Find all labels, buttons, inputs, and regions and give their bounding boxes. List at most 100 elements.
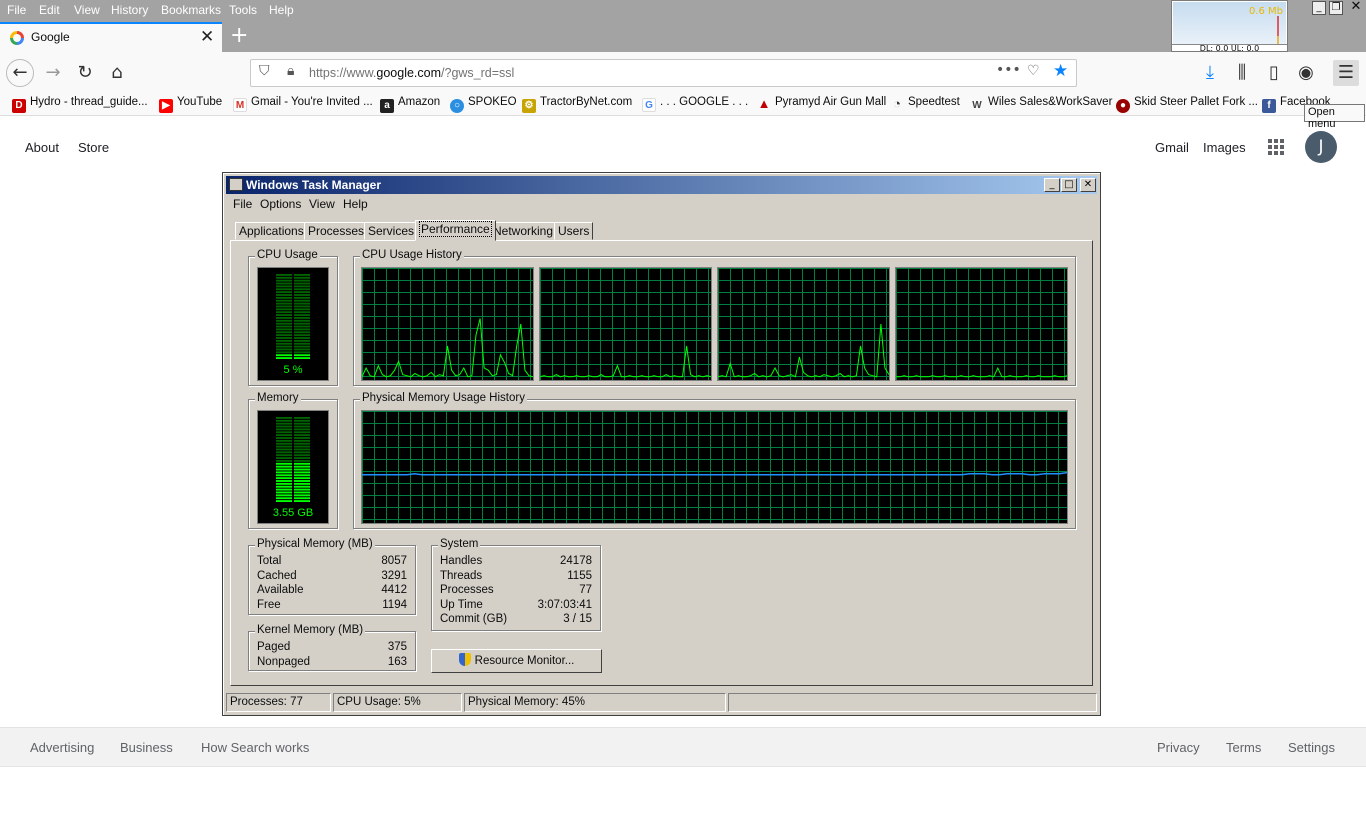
tm-menu-help[interactable]: Help: [343, 197, 368, 211]
tab-processes[interactable]: Processes: [304, 222, 369, 240]
meter-segment: [294, 428, 310, 431]
meter-segment: [294, 451, 310, 454]
library-icon[interactable]: ⫼: [1229, 60, 1255, 86]
url-bar[interactable]: ⛉ 🔒︎ https://www.google.com/?gws_rd=ssl …: [250, 59, 1077, 87]
url-text[interactable]: https://www.google.com/?gws_rd=ssl: [309, 66, 514, 80]
footer-link-terms[interactable]: Terms: [1226, 740, 1261, 755]
meter-segment: [294, 497, 310, 500]
restore-button[interactable]: ❐: [1329, 1, 1343, 15]
menu-edit[interactable]: Edit: [39, 3, 60, 17]
minimize-button[interactable]: _: [1312, 1, 1326, 15]
menu-file[interactable]: File: [7, 3, 26, 17]
account-icon[interactable]: ◉: [1293, 60, 1319, 86]
tab-performance[interactable]: Performance: [415, 220, 496, 241]
tab-applications[interactable]: Applications: [235, 222, 308, 240]
bookmark-item[interactable]: W Wiles Sales&WorkSaver: [970, 96, 1112, 113]
tab-close-icon[interactable]: ✕: [200, 27, 214, 47]
meter-segment: [276, 274, 292, 276]
meter-segment: [294, 491, 310, 494]
new-tab-button[interactable]: +: [230, 23, 248, 48]
cpu-usage-label: CPU Usage: [255, 249, 320, 261]
bookmark-item[interactable]: a Amazon: [380, 96, 440, 113]
bookmark-item[interactable]: ◔ Speedtest: [890, 96, 960, 111]
meter-segment: [276, 437, 292, 439]
tab-services[interactable]: Services: [364, 222, 419, 240]
gmail-link[interactable]: Gmail: [1155, 140, 1189, 155]
reload-button[interactable]: ↻: [72, 60, 98, 86]
meter-segment: [294, 285, 310, 288]
menu-history[interactable]: History: [111, 3, 148, 17]
bookmark-item[interactable]: ● Skid Steer Pallet Fork ...: [1116, 96, 1258, 113]
task-manager-titlebar[interactable]: Windows Task Manager _ □ ✕: [226, 176, 1097, 194]
bookmark-star-icon[interactable]: ★: [1053, 61, 1068, 81]
footer-link-advertising[interactable]: Advertising: [30, 740, 94, 755]
menu-tools[interactable]: Tools: [229, 3, 257, 17]
kernel-memory-group: Kernel Memory (MB) Paged 375 Nonpaged 16…: [248, 624, 416, 671]
menu-help[interactable]: Help: [269, 3, 294, 17]
store-link[interactable]: Store: [78, 140, 109, 155]
menu-view[interactable]: View: [74, 3, 100, 17]
home-button[interactable]: ⌂: [104, 60, 130, 86]
meter-segment: [276, 422, 292, 425]
tm-menu-file[interactable]: File: [233, 197, 252, 211]
stat-value: 8057: [381, 555, 407, 567]
bookmark-item[interactable]: M Gmail - You're Invited ...: [233, 96, 373, 112]
meter-segment: [276, 431, 292, 434]
tab-networking[interactable]: Networking: [489, 222, 558, 240]
tm-close-button[interactable]: ✕: [1080, 178, 1096, 192]
cpu-core-graph: [895, 267, 1068, 381]
tm-minimize-button[interactable]: _: [1044, 178, 1060, 192]
status-cpu: CPU Usage: 5%: [333, 693, 462, 712]
memory-group: Memory 3.55 GB: [248, 392, 338, 529]
stat-value: 3291: [381, 570, 407, 582]
meter-segment: [276, 468, 292, 471]
performance-panel: CPU Usage 5 % CPU Usage History Memory 3…: [230, 240, 1093, 686]
footer-link-business[interactable]: Business: [120, 740, 173, 755]
w-logo-icon: W: [972, 100, 982, 111]
meter-segment: [294, 345, 310, 348]
sidebar-icon[interactable]: ▯: [1261, 60, 1287, 86]
about-link[interactable]: About: [25, 140, 59, 155]
stat-value: 77: [579, 584, 592, 596]
footer-link-how-search-works[interactable]: How Search works: [201, 740, 309, 755]
meter-segment: [276, 331, 292, 334]
images-link[interactable]: Images: [1203, 140, 1246, 155]
meter-segment: [294, 302, 310, 305]
open-menu-button[interactable]: ☰: [1333, 60, 1359, 86]
tm-maximize-button[interactable]: □: [1061, 178, 1077, 192]
network-meter: 0.6 Mb DL: 0.0 UL: 0.0: [1171, 0, 1288, 53]
memory-meter: 3.55 GB: [257, 410, 329, 524]
meter-segment: [294, 319, 310, 322]
meter-segment: [276, 480, 292, 482]
downloads-icon[interactable]: ⤓: [1197, 60, 1223, 86]
tm-menu-options[interactable]: Options: [260, 197, 301, 211]
footer-link-privacy[interactable]: Privacy: [1157, 740, 1200, 755]
cpu-usage-group: CPU Usage 5 %: [248, 249, 338, 386]
stat-label: Cached: [257, 570, 297, 582]
forward-button[interactable]: →: [40, 60, 66, 86]
meter-segment: [276, 460, 292, 462]
tab-users[interactable]: Users: [554, 222, 594, 240]
bookmark-item[interactable]: ▲ Pyramyd Air Gun Mall: [757, 96, 887, 111]
google-apps-icon[interactable]: [1268, 139, 1284, 155]
tracking-shield-icon[interactable]: ⛉: [259, 63, 270, 79]
meter-segment: [276, 302, 292, 305]
resource-monitor-button[interactable]: Resource Monitor...: [431, 649, 602, 673]
stat-label: Threads: [440, 570, 483, 582]
tm-menu-view[interactable]: View: [309, 197, 335, 211]
footer-link-settings[interactable]: Settings: [1288, 740, 1335, 755]
avatar[interactable]: J: [1305, 131, 1337, 163]
meter-segment: [294, 439, 310, 442]
close-button[interactable]: ✕: [1349, 0, 1363, 15]
page-actions-icon[interactable]: •••: [996, 62, 1021, 78]
lock-icon[interactable]: 🔒︎: [287, 63, 294, 79]
pocket-icon[interactable]: ♡: [1027, 63, 1040, 79]
browser-tab[interactable]: Google ✕: [0, 22, 222, 52]
bookmark-item[interactable]: ○ SPOKEO: [450, 96, 517, 113]
bookmark-item[interactable]: G. . . GOOGLE . . .: [642, 96, 748, 112]
bookmark-item[interactable]: ▶ YouTube: [159, 96, 222, 113]
menu-bookmarks[interactable]: Bookmarks: [161, 3, 221, 17]
bookmark-item[interactable]: D Hydro - thread_guide...: [12, 96, 148, 113]
bookmark-item[interactable]: ⚙ TractorByNet.com: [522, 96, 632, 113]
back-button[interactable]: ←: [6, 59, 34, 87]
